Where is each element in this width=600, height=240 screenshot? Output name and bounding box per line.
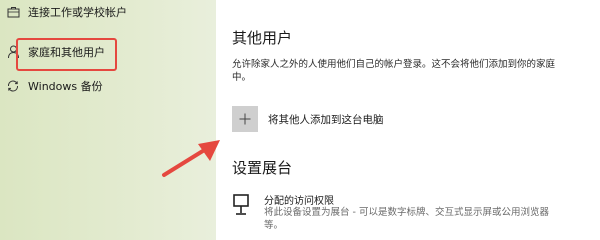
nav-item-windows-backup[interactable]: Windows 备份: [0, 70, 216, 102]
settings-nav-pane: 连接工作或学校帐户 家庭和其他用户 Windows 备份: [0, 0, 216, 240]
nav-item-work-school[interactable]: 连接工作或学校帐户: [0, 0, 216, 28]
person-icon: [6, 45, 20, 59]
add-other-user-button[interactable]: 将其他人添加到这台电脑: [232, 104, 384, 134]
assigned-access-description: 将此设备设置为展台 - 可以是数字标牌、交互式显示屏或公用浏览器等。: [264, 207, 549, 231]
section-title-other-users: 其他用户: [232, 29, 293, 47]
nav-label-family-other-users: 家庭和其他用户: [28, 46, 105, 59]
plus-icon: [232, 106, 258, 132]
assigned-access-title: 分配的访问权限: [264, 196, 334, 207]
kiosk-icon: [232, 194, 250, 218]
sync-icon: [6, 79, 20, 93]
other-users-description: 允许除家人之外的人使用他们自己的帐户登录。这不会将他们添加到你的家庭中。: [232, 59, 556, 83]
briefcase-icon: [6, 5, 20, 19]
section-title-kiosk: 设置展台: [232, 159, 293, 177]
nav-label-work-school: 连接工作或学校帐户: [28, 6, 127, 19]
main-content: 其他用户 允许除家人之外的人使用他们自己的帐户登录。这不会将他们添加到你的家庭中…: [216, 0, 600, 240]
nav-item-family-other-users[interactable]: 家庭和其他用户: [0, 36, 216, 68]
nav-label-windows-backup: Windows 备份: [28, 80, 103, 93]
add-other-user-label: 将其他人添加到这台电脑: [268, 113, 384, 126]
